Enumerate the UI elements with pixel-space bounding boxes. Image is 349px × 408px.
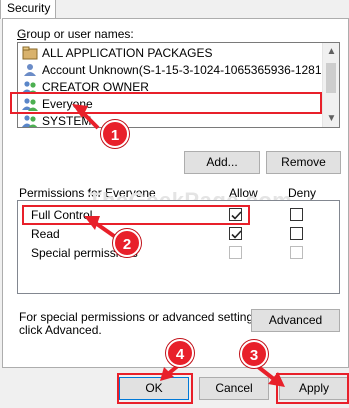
annotation-arrow-1 [80, 110, 100, 130]
step-badge-4: 4 [166, 339, 194, 367]
step-badge-2: 2 [113, 229, 141, 257]
step-badge-1: 1 [101, 120, 129, 148]
step-badge-3: 3 [240, 340, 268, 368]
annotation-arrow-3 [255, 364, 277, 382]
